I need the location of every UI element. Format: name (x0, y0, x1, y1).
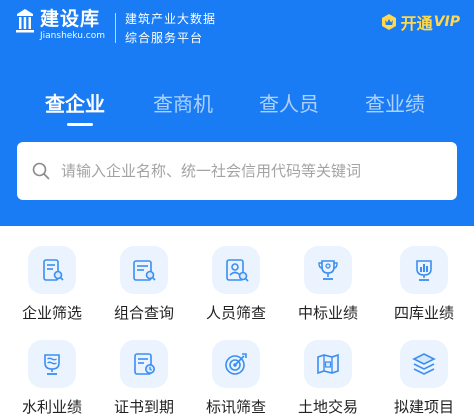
vip-crown-icon (381, 14, 396, 30)
feature-four-library[interactable]: 四库业绩 (378, 246, 470, 336)
feature-certificate-expiry[interactable]: 证书到期 (98, 340, 190, 420)
search-box[interactable] (17, 142, 457, 200)
four-library-chart-icon (400, 246, 448, 294)
slogan-line-2: 综合服务平台 (125, 31, 204, 45)
feature-grid: 企业筛选 组合查询 人员筛查 中标业绩 四库业绩 水利业绩 证书到期 标讯筛查 … (0, 226, 474, 420)
brand-domain: Jiansheku.com (40, 31, 106, 41)
tender-target-icon (212, 340, 260, 388)
brand-name: 建设库 (40, 8, 101, 30)
feature-tender-screening[interactable]: 标讯筛查 (190, 340, 282, 420)
header: 建设库 Jiansheku.com 建筑产业大数据 综合服务平台 开通 VIP … (0, 0, 474, 226)
feature-company-filter[interactable]: 企业筛选 (6, 246, 98, 336)
tab-performance[interactable]: 查业绩 (365, 90, 425, 118)
tab-company[interactable]: 查企业 (45, 90, 105, 118)
personnel-screening-icon (212, 246, 260, 294)
feature-planned-project[interactable]: 拟建项目 (378, 340, 470, 420)
feature-label: 拟建项目 (393, 398, 454, 416)
search-icon (32, 162, 50, 180)
feature-label: 水利业绩 (21, 398, 82, 416)
feature-label: 人员筛查 (205, 304, 266, 322)
planned-project-icon (400, 340, 448, 388)
tab-personnel[interactable]: 查人员 (259, 90, 319, 118)
feature-label: 标讯筛查 (205, 398, 266, 416)
brand-text: 建设库 Jiansheku.com (40, 8, 105, 42)
feature-bid-winning[interactable]: 中标业绩 (282, 246, 374, 336)
vip-label: 开通 (400, 14, 433, 33)
feature-combined-query[interactable]: 组合查询 (98, 246, 190, 336)
active-tab-indicator (67, 123, 93, 126)
feature-personnel-screening[interactable]: 人员筛查 (190, 246, 282, 336)
building-logo-icon (16, 9, 34, 33)
company-filter-icon (28, 246, 76, 294)
bid-winning-trophy-icon (304, 246, 352, 294)
brand-slogan: 建筑产业大数据 综合服务平台 (125, 8, 216, 46)
open-vip-button[interactable]: 开通 VIP (380, 10, 460, 34)
slogan-line-1: 建筑产业大数据 (125, 12, 217, 26)
feature-label: 组合查询 (113, 304, 174, 322)
combined-query-icon (120, 246, 168, 294)
brand-logo: 建设库 Jiansheku.com 建筑产业大数据 综合服务平台 (14, 8, 216, 46)
logo-divider (115, 13, 117, 43)
land-trade-icon (304, 340, 352, 388)
feature-water-conservancy[interactable]: 水利业绩 (6, 340, 98, 420)
vip-tag: VIP (433, 14, 460, 30)
water-conservancy-icon (28, 340, 76, 388)
tab-opportunity[interactable]: 查商机 (153, 90, 213, 118)
app-home: 建设库 Jiansheku.com 建筑产业大数据 综合服务平台 开通 VIP … (0, 0, 474, 420)
feature-label: 四库业绩 (393, 304, 454, 322)
feature-label: 企业筛选 (21, 304, 82, 322)
feature-land-trade[interactable]: 土地交易 (282, 340, 374, 420)
search-input[interactable] (61, 162, 441, 180)
feature-label: 证书到期 (113, 398, 174, 416)
feature-label: 中标业绩 (297, 304, 358, 322)
certificate-expiry-icon (120, 340, 168, 388)
feature-label: 土地交易 (297, 398, 358, 416)
